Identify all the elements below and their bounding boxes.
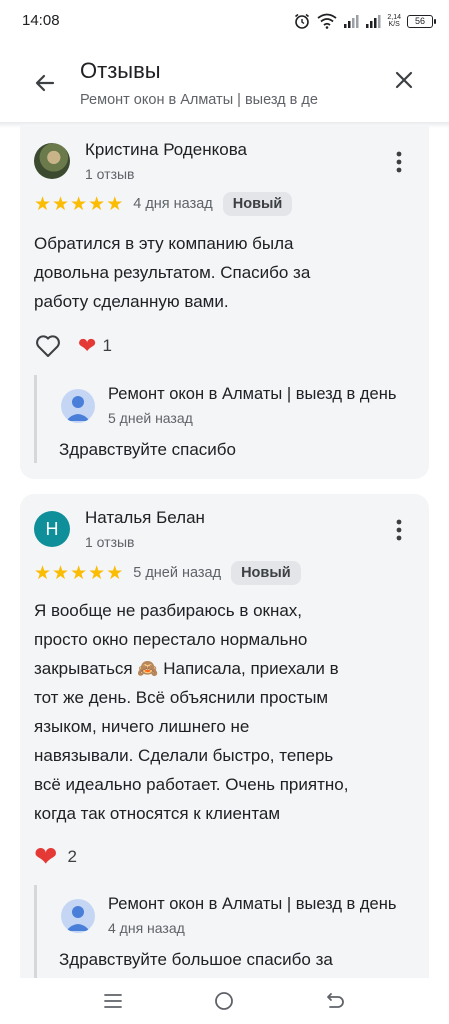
status-bar: 14:08 2,14 K/S 56: [0, 0, 449, 44]
like-button[interactable]: [34, 332, 62, 360]
person-icon: [66, 396, 90, 421]
reviewer-review-count: 1 отзыв: [85, 534, 135, 550]
status-icons: 2,14 K/S 56: [293, 11, 436, 31]
review-text-line: Я вообще не разбираюсь в окнах,: [34, 601, 303, 620]
star-icon: ★: [106, 193, 124, 215]
review-date: 4 дня назад: [133, 196, 213, 212]
person-icon: [66, 906, 90, 931]
home-button[interactable]: [209, 986, 239, 1016]
back-button[interactable]: [28, 66, 62, 100]
review-text-line: навязывали. Сделали быстро, теперь: [34, 746, 334, 765]
review-text: Обратился в эту компанию была довольна р…: [34, 229, 419, 316]
more-options-button[interactable]: [387, 516, 411, 544]
star-icon: ★: [34, 193, 52, 215]
owner-reply: Ремонт окон в Алматы | выезд в день 4 дн…: [34, 885, 429, 978]
heart-outline-icon: [36, 335, 60, 357]
system-back-button[interactable]: [321, 986, 351, 1016]
reviewer-review-count: 1 отзыв: [85, 166, 135, 182]
owner-avatar: [61, 389, 95, 423]
review-text: Я вообще не разбираюсь в окнах, просто о…: [34, 596, 419, 828]
star-icon: ★: [52, 562, 70, 584]
reply-text: Здравствуйте спасибо: [59, 440, 236, 459]
network-speed-icon: 2,14 K/S: [387, 14, 401, 28]
wifi-icon: [317, 13, 337, 29]
signal-icon: [343, 14, 359, 28]
close-button[interactable]: [386, 62, 422, 98]
battery-level: 56: [414, 15, 425, 26]
star-icon: ★: [106, 562, 124, 584]
more-vert-icon: [396, 151, 402, 173]
reaction-row: ❤ 1: [34, 331, 112, 361]
menu-icon: [104, 994, 122, 1008]
reaction-count: 2: [67, 847, 77, 866]
review-text-line: когда так относятся к клиентам: [34, 804, 281, 823]
review-text-line: языком, ничего лишнего не: [34, 717, 250, 736]
review-text-line: закрываться 🙈 Написала, приехали в: [34, 659, 339, 678]
review-card: Н Наталья Белан 1 отзыв ★ ★ ★ ★ ★ 5 дней…: [20, 494, 429, 978]
avatar[interactable]: Н: [34, 511, 70, 547]
status-time: 14:08: [22, 12, 60, 29]
new-badge: Новый: [231, 561, 301, 585]
star-icon: ★: [70, 562, 88, 584]
reaction-row: ❤ 2: [34, 842, 77, 872]
reviewer-name[interactable]: Наталья Белан: [85, 508, 205, 528]
review-text-line: тот же день. Всё объяснили простым: [34, 688, 329, 707]
recent-apps-button[interactable]: [98, 986, 128, 1016]
rating-row: ★ ★ ★ ★ ★ 5 дней назад Новый: [34, 560, 301, 586]
star-icon: ★: [34, 562, 52, 584]
close-icon: [395, 71, 413, 89]
reply-date: 4 дня назад: [108, 920, 185, 936]
avatar[interactable]: [34, 143, 70, 179]
rating-row: ★ ★ ★ ★ ★ 4 дня назад Новый: [34, 191, 293, 217]
back-icon: [327, 993, 344, 1008]
star-rating: ★ ★ ★ ★ ★: [34, 564, 123, 583]
new-badge: Новый: [222, 192, 293, 216]
star-icon: ★: [52, 193, 70, 215]
review-card: Кристина Роденкова 1 отзыв ★ ★ ★ ★ ★ 4 д…: [20, 126, 429, 479]
star-icon: ★: [88, 193, 106, 215]
reply-text: Здравствуйте большое спасибо за: [59, 950, 333, 969]
reviewer-name[interactable]: Кристина Роденкова: [85, 140, 247, 160]
reply-date: 5 дней назад: [108, 410, 193, 426]
owner-name: Ремонт окон в Алматы | выезд в день: [108, 385, 397, 403]
star-rating: ★ ★ ★ ★ ★: [34, 195, 123, 214]
owner-name: Ремонт окон в Алматы | выезд в день: [108, 895, 397, 913]
review-text-line: Обратился в эту компанию была: [34, 234, 294, 253]
net-speed-value: 2,14: [387, 14, 401, 21]
signal-icon: [365, 14, 381, 28]
review-text-line: просто окно перестало нормально: [34, 630, 308, 649]
review-text-line: работу сделанную вами.: [34, 292, 229, 311]
review-text-line: всё идеально работает. Очень приятно,: [34, 775, 349, 794]
avatar-letter: Н: [45, 518, 59, 539]
reviews-header: Отзывы Ремонт окон в Алматы | выезд в де: [0, 44, 449, 124]
home-icon: [215, 992, 233, 1010]
more-vert-icon: [396, 519, 402, 541]
heart-reaction-icon[interactable]: ❤: [78, 335, 96, 357]
net-speed-unit: K/S: [388, 21, 400, 28]
arrow-left-icon: [35, 74, 55, 92]
review-text-line: довольна результатом. Спасибо за: [34, 263, 311, 282]
more-options-button[interactable]: [387, 148, 411, 176]
alarm-icon: [293, 12, 311, 30]
reaction-count: 1: [102, 336, 112, 355]
owner-reply: Ремонт окон в Алматы | выезд в день 5 дн…: [34, 375, 429, 463]
page-title: Отзывы: [80, 58, 161, 83]
heart-reaction-icon[interactable]: ❤: [34, 843, 57, 871]
system-nav-bar: [0, 978, 449, 1024]
owner-avatar: [61, 899, 95, 933]
review-date: 5 дней назад: [133, 565, 222, 581]
star-icon: ★: [70, 193, 88, 215]
star-icon: ★: [88, 562, 106, 584]
page-subtitle: Ремонт окон в Алматы | выезд в де: [80, 92, 318, 108]
battery-icon: 56: [407, 14, 436, 28]
